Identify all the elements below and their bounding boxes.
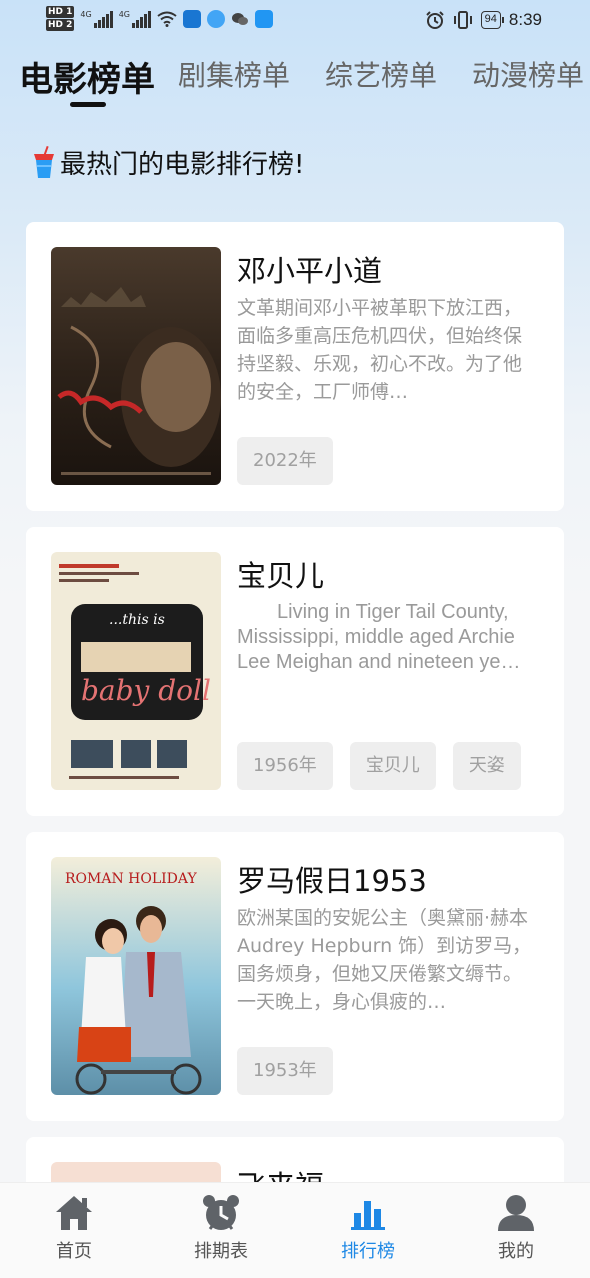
hd-indicator: HD 1 HD 2 [46,6,75,31]
tab-movies[interactable]: 电影榜单 [19,52,155,101]
movie-title: 宝贝儿 [237,559,325,593]
net2-label: 4G [118,9,130,19]
poster-text-baby-doll: baby doll [81,674,211,707]
nav-profile[interactable]: 我的 [466,1193,566,1263]
nav-schedule-label: 排期表 [194,1241,248,1262]
signal-icon-2: 4G [119,10,151,28]
movie-poster[interactable] [51,247,221,485]
nav-ranking-label: 排行榜 [341,1241,395,1262]
bottom-navigation: 首页 排期表 排行榜 我的 [0,1182,590,1278]
bar-chart-icon [351,1201,385,1230]
net1-label: 4G [80,9,92,19]
search-app-icon [255,9,273,28]
movie-title: 邓小平小道 [237,254,383,288]
section-title: 最热门的电影排行榜! [32,144,304,181]
poster-text-this-is: ...this is [109,612,165,628]
hd2-label: HD 2 [46,19,75,31]
movie-tags: 2022年 [237,437,333,485]
wechat-icon [232,12,248,25]
movie-description: 欧洲某国的安妮公主（奥黛丽·赫本 Audrey Hepburn 饰）到访罗马，国… [237,907,532,1013]
movie-tags: 1953年 [237,1047,333,1095]
nav-home[interactable]: 首页 [24,1193,124,1263]
tag-genre: 天姿 [452,742,521,790]
movie-description: 文革期间邓小平被革职下放江西，面临多重高压危机四伏，但始终保持坚毅、乐观，初心不… [237,297,523,403]
movie-card[interactable]: 邓小平小道 文革期间邓小平被革职下放江西，面临多重高压危机四伏，但始终保持坚毅、… [26,222,564,511]
person-icon [498,1195,534,1231]
nav-schedule[interactable]: 排期表 [171,1193,271,1263]
battery-indicator: 94 [480,11,505,29]
tab-anime[interactable]: 动漫榜单 [472,54,584,94]
movie-card[interactable]: ROMAN HOLIDAY 罗马假日1953 欧洲某国的安妮公主（奥黛丽·赫本 … [26,832,564,1121]
active-tab-indicator [70,102,106,107]
nav-profile-label: 我的 [498,1241,534,1262]
browser-notification-icon [207,9,225,28]
poster-text-roman-holiday: ROMAN HOLIDAY [65,871,197,887]
signal-icon: 4G [80,9,113,28]
category-tabs: 电影榜单 剧集榜单 综艺榜单 动漫榜单 [0,54,590,114]
hd1-label: HD 1 [46,6,75,18]
tab-variety[interactable]: 综艺榜单 [325,54,437,94]
tag-year: 1953年 [237,1047,333,1095]
tag-genre: 宝贝儿 [349,742,436,790]
tag-year: 1956年 [237,742,333,790]
section-title-text: 最热门的电影排行榜! [60,150,305,180]
tab-series[interactable]: 剧集榜单 [178,54,290,94]
movie-card[interactable]: ...this is baby doll 宝贝儿 Living in Tiger… [26,527,564,816]
status-right: 94 8:39 [425,10,542,30]
wifi-icon [157,11,177,27]
alarm-icon [425,11,444,29]
movie-description: Living in Tiger Tail County, Mississippi… [237,601,521,673]
drink-cup-icon [34,145,54,178]
movie-poster[interactable]: ROMAN HOLIDAY [51,857,221,1095]
nav-ranking[interactable]: 排行榜 [318,1193,418,1263]
alarm-clock-icon [203,1195,239,1230]
movie-title: 罗马假日1953 [237,864,427,898]
movie-tags: 1956年 宝贝儿 天姿 [237,742,521,790]
tag-year: 2022年 [237,437,333,485]
movie-poster[interactable]: ...this is baby doll [51,552,221,790]
app-notification-icon [183,9,201,28]
clock-time: 8:39 [508,10,542,29]
home-icon [56,1196,92,1230]
status-left: HD 1 HD 2 4G 4G [46,6,273,31]
status-bar: HD 1 HD 2 4G 4G 94 8:39 [0,0,590,44]
vibrate-icon [453,11,472,29]
nav-home-label: 首页 [56,1241,92,1262]
